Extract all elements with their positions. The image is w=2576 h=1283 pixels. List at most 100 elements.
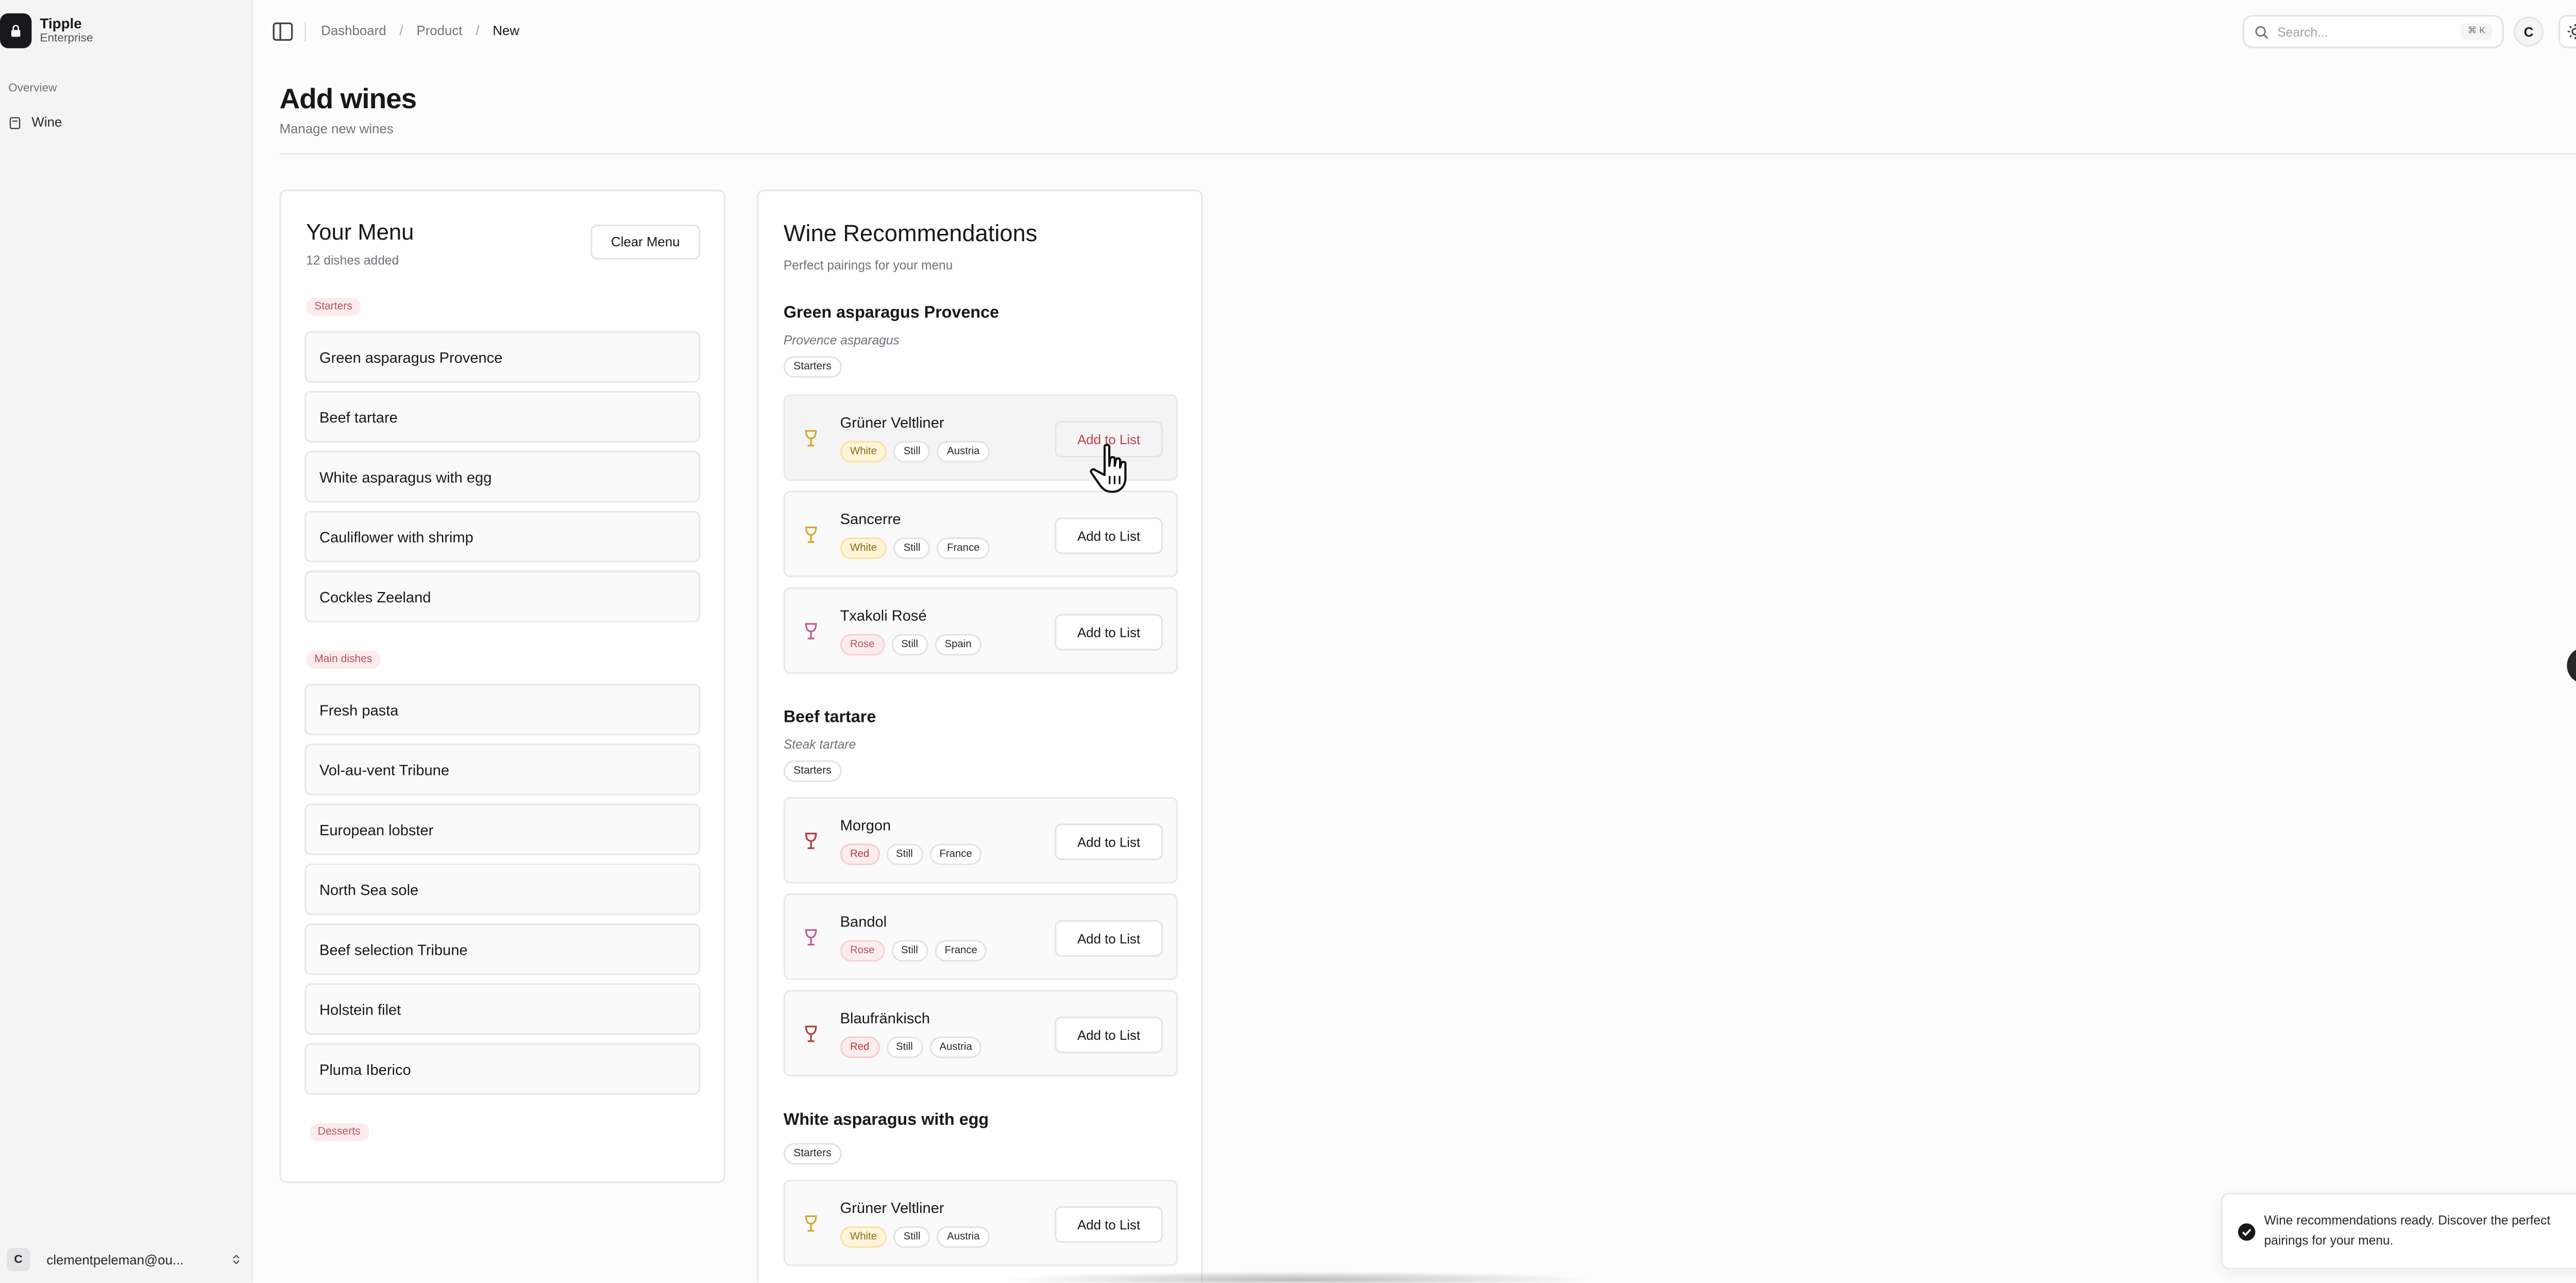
wine-country-badge: Spain: [935, 634, 982, 656]
wine-style-badge: Still: [891, 940, 928, 962]
lock-logo-icon: [0, 13, 32, 48]
wine-name: Txakoli Rosé: [840, 607, 927, 624]
wine-style-badge: Still: [893, 1226, 930, 1248]
page-title: Add wines: [279, 83, 417, 115]
wine-style-badge: Still: [886, 843, 923, 866]
list-item[interactable]: North Sea sole: [304, 863, 701, 915]
search-icon: [2255, 25, 2268, 39]
sidebar-item-wine[interactable]: Wine: [8, 115, 62, 130]
search-placeholder: Search...: [2277, 24, 2328, 39]
wine-color-badge: White: [840, 537, 887, 559]
wine-card: Txakoli Rosé Rose Still Spain Add to Lis…: [783, 587, 1178, 674]
wine-country-badge: France: [929, 843, 982, 866]
recommendation-dish-description: Provence asparagus: [783, 332, 900, 348]
group-label-main-dishes: Main dishes: [306, 650, 381, 669]
floating-settings-button[interactable]: [2567, 647, 2576, 684]
wine-name: Grüner Veltliner: [840, 1200, 944, 1217]
nav-section-label: Overview: [8, 83, 57, 95]
wine-glass-icon: [805, 526, 817, 543]
sidebar-toggle-icon[interactable]: [271, 20, 294, 43]
wine-name: Sancerre: [840, 511, 901, 528]
wine-card: Sancerre White Still France Add to List: [783, 491, 1178, 578]
search-input[interactable]: Search... ⌘ K: [2242, 15, 2504, 48]
wine-color-badge: White: [840, 441, 887, 463]
breadcrumb-dashboard[interactable]: Dashboard: [321, 23, 386, 38]
divider: [304, 21, 307, 42]
list-item[interactable]: Beef selection Tribune: [304, 923, 701, 975]
wine-glass-icon: [805, 833, 817, 849]
wine-style-badge: Still: [893, 537, 930, 559]
wine-country-badge: Austria: [937, 1226, 990, 1248]
wine-color-badge: Red: [840, 1036, 879, 1058]
sidebar: Tipple Enterprise Overview Wine C clemen…: [0, 0, 253, 1283]
menu-card: Your Menu 12 dishes added Clear Menu Sta…: [279, 190, 725, 1183]
list-item[interactable]: Holstein filet: [304, 983, 701, 1035]
wine-name: Blaufränkisch: [840, 1010, 930, 1027]
breadcrumb-current: New: [493, 23, 520, 39]
wine-color-badge: Red: [840, 843, 879, 866]
wine-card: Bandol Rose Still France Add to List: [783, 893, 1178, 980]
wine-glass-icon: [805, 929, 817, 946]
list-item[interactable]: Fresh pasta: [304, 684, 701, 736]
list-item[interactable]: Cauliflower with shrimp: [304, 511, 701, 563]
wine-country-badge: France: [937, 537, 990, 559]
breadcrumb-product[interactable]: Product: [416, 23, 462, 38]
add-to-list-button[interactable]: Add to List: [1055, 614, 1163, 651]
add-to-list-button[interactable]: Add to List: [1055, 1206, 1163, 1243]
list-item[interactable]: Cockles Zeeland: [304, 570, 701, 622]
group-label-starters: Starters: [306, 297, 361, 316]
add-to-list-button[interactable]: Add to List: [1055, 920, 1163, 957]
list-item[interactable]: Beef tartare: [304, 391, 701, 443]
wine-card: Morgon Red Still France Add to List: [783, 797, 1178, 884]
clear-menu-button[interactable]: Clear Menu: [590, 224, 701, 260]
wine-name: Bandol: [840, 913, 887, 931]
theme-toggle-button[interactable]: [2558, 15, 2576, 48]
wine-country-badge: Austria: [937, 441, 990, 463]
recommendation-dish-description: Steak tartare: [783, 737, 856, 752]
wine-glass-icon: [805, 1215, 817, 1232]
recommendations-subtitle: Perfect pairings for your menu: [783, 258, 953, 273]
recommendation-dish-name: Green asparagus Provence: [783, 304, 999, 323]
breadcrumb-separator: /: [399, 23, 403, 39]
menu-title: Your Menu: [306, 220, 414, 245]
breadcrumb: Dashboard / Product / New: [321, 23, 519, 38]
course-badge: Starters: [783, 1143, 842, 1165]
workspace-switcher[interactable]: Tipple Enterprise: [0, 13, 93, 48]
wine-glass-icon: [805, 623, 817, 639]
app-plan: Enterprise: [40, 32, 93, 45]
wine-list-icon: [9, 116, 21, 128]
wine-style-badge: Still: [893, 441, 930, 463]
add-to-list-button[interactable]: Add to List: [1055, 823, 1163, 860]
user-menu[interactable]: C clementpeleman@ou...: [6, 1244, 243, 1274]
user-avatar: C: [6, 1247, 30, 1271]
recommendation-dish-name: Beef tartare: [783, 708, 876, 728]
sun-icon: [2567, 24, 2576, 39]
wine-name: Morgon: [840, 817, 891, 834]
avatar[interactable]: C: [2514, 16, 2544, 47]
scroll-shadow: [998, 1271, 1597, 1283]
course-badge: Starters: [783, 760, 842, 782]
wine-glass-icon: [805, 1025, 817, 1042]
list-item[interactable]: Green asparagus Provence: [304, 331, 701, 383]
toast-message: Wine recommendations ready. Discover the…: [2264, 1212, 2551, 1248]
wine-country-badge: France: [935, 940, 988, 962]
wine-glass-icon: [805, 430, 817, 447]
recommendation-dish-name: White asparagus with egg: [783, 1111, 989, 1130]
chevron-up-down-icon: [233, 1254, 240, 1264]
user-email: clementpeleman@ou...: [46, 1252, 184, 1267]
hand-cursor-icon: [1090, 444, 1127, 493]
add-to-list-button[interactable]: Add to List: [1055, 1016, 1163, 1053]
menu-count: 12 dishes added: [306, 252, 399, 268]
app-name: Tipple: [40, 15, 82, 32]
recommendations-card: Wine Recommendations Perfect pairings fo…: [757, 190, 1203, 1283]
add-to-list-button[interactable]: Add to List: [1055, 517, 1163, 554]
toast-notification: Wine recommendations ready. Discover the…: [2221, 1193, 2576, 1270]
wine-card: Grüner Veltliner White Still Austria Add…: [783, 1179, 1178, 1267]
breadcrumb-separator: /: [476, 23, 480, 39]
list-item[interactable]: European lobster: [304, 803, 701, 855]
list-item[interactable]: Vol-au-vent Tribune: [304, 744, 701, 796]
list-item[interactable]: Pluma Iberico: [304, 1043, 701, 1095]
wine-country-badge: Austria: [929, 1036, 982, 1058]
wine-name: Grüner Veltliner: [840, 414, 944, 431]
list-item[interactable]: White asparagus with egg: [304, 451, 701, 503]
